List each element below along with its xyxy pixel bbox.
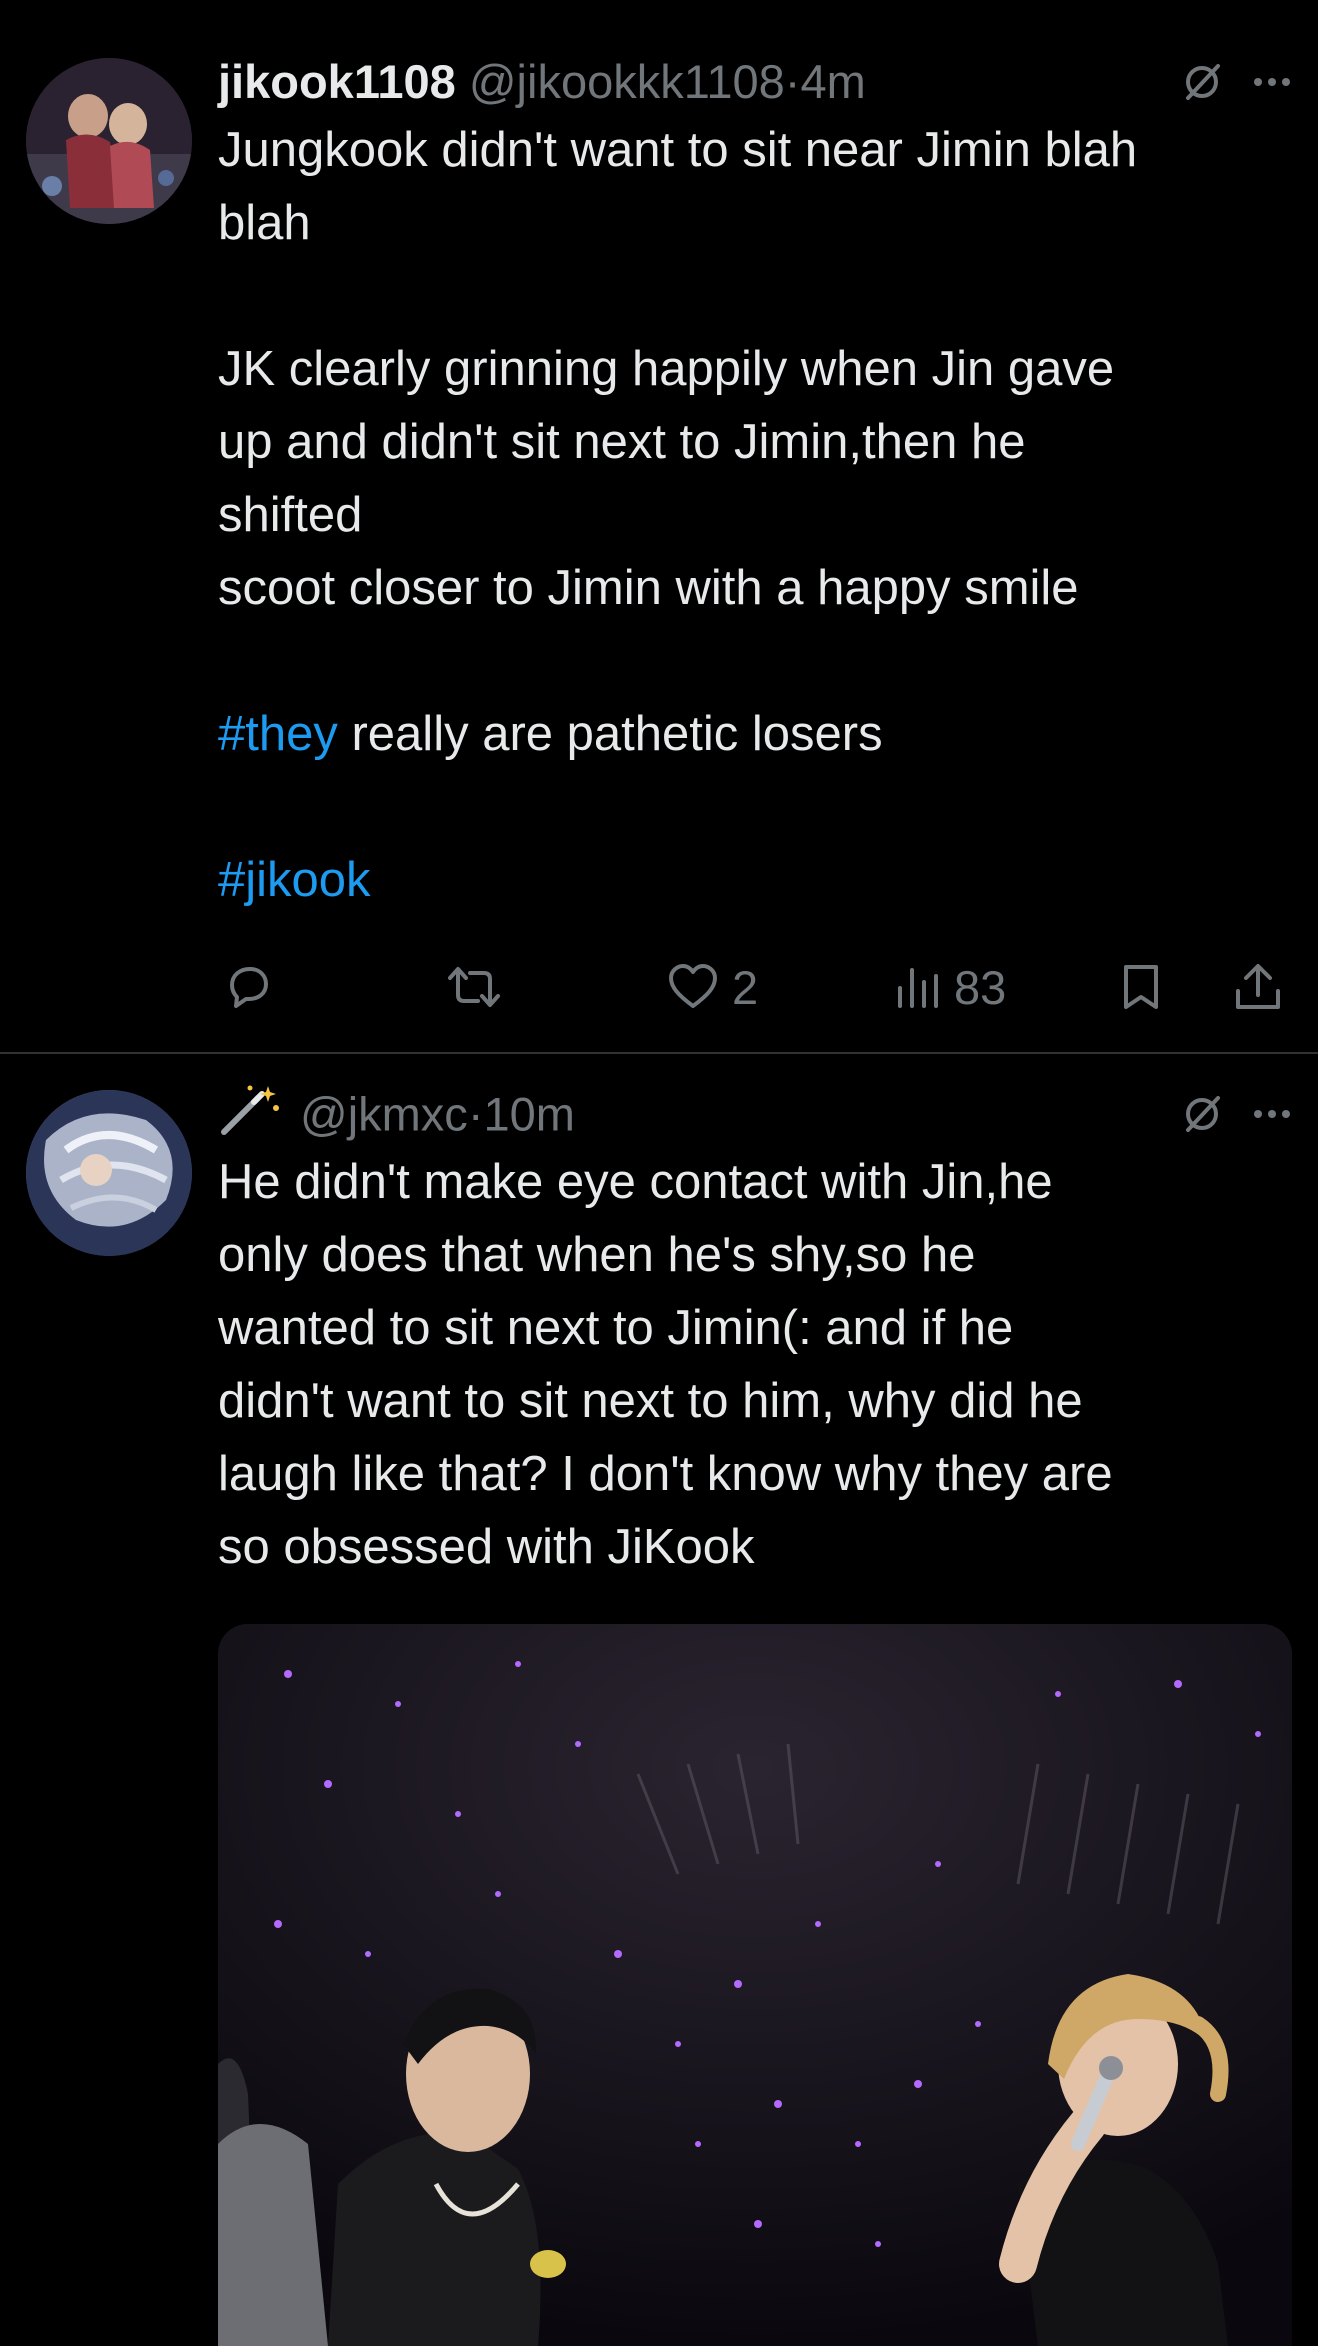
reply-icon [230,967,268,1008]
bookmark-icon [1124,965,1158,1009]
tweet-text-span: He didn't make eye contact with Jin,he [218,1155,1053,1209]
avatar-photo [26,1090,192,1256]
reply-button[interactable] [222,948,286,1026]
tweet-text-span: laugh like that? I don't know why they a… [218,1447,1113,1501]
views-icon [898,968,938,1008]
tweet-text-span: blah [218,196,311,250]
concert-photo [218,1624,1292,2346]
tweet-media[interactable] [218,1624,1292,2346]
tweet-text-line: so obsessed with JiKook [218,1511,1292,1584]
separator: · [784,55,801,108]
bookmark-button[interactable] [1118,948,1164,1026]
tweet-text-span: wanted to sit next to Jimin(: and if he [218,1301,1014,1355]
tweet-text-span: up and didn't sit next to Jimin,then he [218,415,1026,469]
tweet-text-span: didn't want to sit next to him, why did … [218,1374,1083,1428]
display-name[interactable]: jikook1108 [218,55,456,108]
retweet-icon [448,967,500,1007]
retweet-button[interactable] [446,948,514,1026]
share-icon [1236,964,1280,1009]
tweet-text-line: scoot closer to Jimin with a happy smile [218,552,1292,625]
tweet-text-line: wanted to sit next to Jimin(: and if he [218,1292,1292,1365]
avatar[interactable] [26,58,192,224]
more-icon[interactable] [1252,1107,1292,1121]
tweet-text-line [218,625,1292,698]
timestamp[interactable]: 10m [483,1087,574,1140]
more-icon[interactable] [1252,75,1292,89]
tweet-text-line: laugh like that? I don't know why they a… [218,1438,1292,1511]
tweet-text-span: scoot closer to Jimin with a happy smile [218,561,1079,615]
tweet-text-line: #they really are pathetic losers [218,698,1292,771]
tweet-text-line [218,771,1292,844]
tweet-text: He didn't make eye contact with Jin,he on… [218,1146,1292,1584]
tweet[interactable]: jikook1108 @jikookkk1108·4m Jungkook did… [0,0,1318,1054]
tweet-text-line: JK clearly grinning happily when Jin gav… [218,333,1292,406]
timestamp[interactable]: 4m [800,55,865,108]
tweet-text-line: didn't want to sit next to him, why did … [218,1365,1292,1438]
tweet-text-line: shifted [218,479,1292,552]
tweet[interactable]: @jkmxc·10m He didn't make eye contact wi… [0,1056,1318,2346]
grok-icon[interactable] [1180,60,1224,104]
tweet-text: Jungkook didn't want to sit near Jimin b… [218,114,1292,917]
action-bar: 2 83 [218,948,1298,1026]
avatar-photo [26,58,192,224]
tweet-text-line [218,260,1292,333]
handle[interactable]: @jkmxc [300,1087,468,1140]
tweet-text-span: Jungkook didn't want to sit near Jimin b… [218,123,1138,177]
tweet-header: @jkmxc·10m [218,1082,1292,1146]
magic-wand-icon [218,1082,282,1154]
hashtag-link[interactable]: #they [218,707,338,761]
tweet-text-line: He didn't make eye contact with Jin,he [218,1146,1292,1219]
tweet-header: jikook1108 @jikookkk1108·4m [218,50,1292,114]
like-button[interactable]: 2 [666,948,758,1026]
tweet-text-span: really are pathetic losers [337,707,883,761]
tweet-text-line: blah [218,187,1292,260]
tweet-text-span: shifted [218,488,363,542]
tweet-text-line: Jungkook didn't want to sit near Jimin b… [218,114,1292,187]
tweet-text-span: only does that when he's shy,so he [218,1228,976,1282]
separator: · [467,1087,484,1141]
like-count: 2 [732,960,759,1014]
like-icon [669,964,717,1008]
tweet-text-line: #jikook [218,844,1292,917]
handle[interactable]: @jikookkk1108 [469,55,785,108]
tweet-text-span: so obsessed with JiKook [218,1520,755,1574]
tweet-text-line: only does that when he's shy,so he [218,1219,1292,1292]
avatar[interactable] [26,1090,192,1256]
tweet-text-span: JK clearly grinning happily when Jin gav… [218,342,1115,396]
share-button[interactable] [1232,948,1284,1026]
view-count: 83 [954,960,1007,1014]
tweet-text-line: up and didn't sit next to Jimin,then he [218,406,1292,479]
hashtag-link[interactable]: #jikook [218,853,371,907]
grok-icon[interactable] [1180,1092,1224,1136]
views-button[interactable]: 83 [894,948,1006,1026]
